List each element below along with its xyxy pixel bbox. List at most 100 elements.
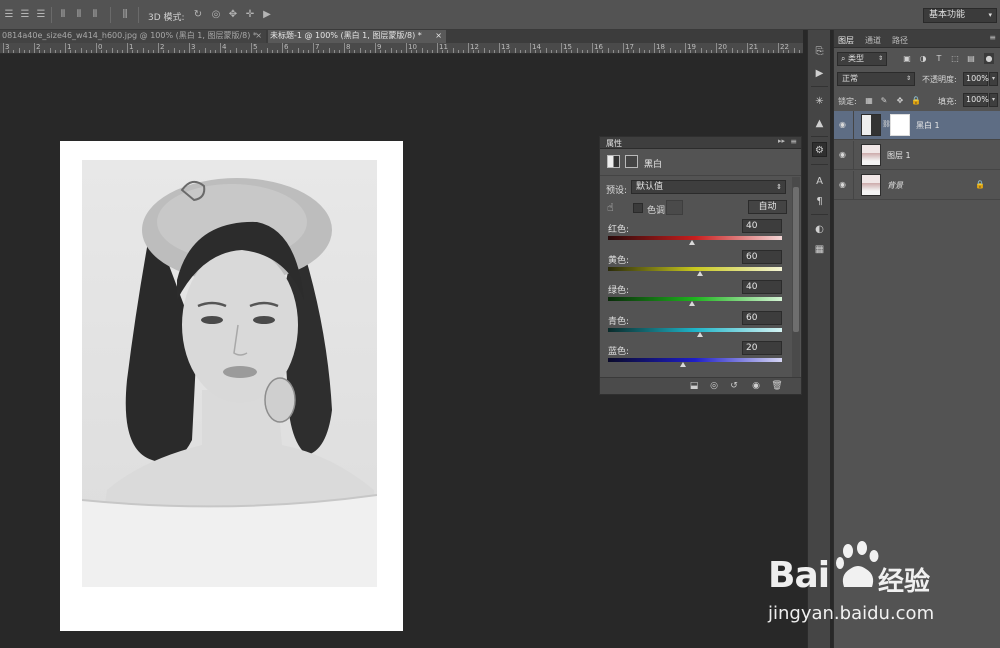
preset-select[interactable]: 默认值 ⇕ [631, 180, 786, 194]
filter-type-icon[interactable]: T [934, 53, 944, 64]
opacity-dropdown-icon[interactable]: ▾ [989, 72, 998, 86]
layer-row-layer1[interactable]: ◉ 图层 1 [834, 141, 1000, 170]
3d-scale-icon[interactable]: ▶ [261, 9, 273, 21]
ruler-tick [752, 50, 754, 53]
visibility-eye-icon[interactable]: ◉ [839, 150, 846, 159]
slider-thumb[interactable] [688, 240, 695, 245]
targeted-adjustment-hand-icon[interactable]: ☝ [607, 201, 614, 214]
lock-position-icon[interactable]: ✥ [895, 95, 905, 106]
reset-icon[interactable]: ↺ [728, 381, 740, 392]
opacity-input[interactable]: 100% [963, 72, 989, 86]
visibility-eye-icon[interactable]: ◉ [839, 180, 846, 189]
slider-thumb[interactable] [679, 362, 686, 367]
filter-adjustment-icon[interactable]: ◑ [918, 53, 928, 64]
mask-thumbnail[interactable] [890, 114, 910, 136]
slider-thumb[interactable] [697, 270, 704, 276]
view-previous-icon[interactable]: ◎ [708, 381, 720, 392]
3d-roll-icon[interactable]: ◎ [210, 9, 222, 21]
tint-color-swatch[interactable] [666, 200, 683, 215]
blend-mode-select[interactable]: 正常 ⇕ [837, 72, 915, 86]
layer-row-blackwhite[interactable]: ◉ ⛓ 黑白 1 [834, 111, 1000, 140]
filter-pixel-icon[interactable]: ▣ [902, 53, 912, 64]
panel-menu-icon[interactable]: ≡ [989, 33, 996, 42]
distribute-icon[interactable]: ⫼ [119, 9, 131, 21]
fill-dropdown-icon[interactable]: ▾ [989, 93, 998, 107]
styles-icon[interactable]: ◐ [812, 222, 827, 237]
ruler-tick [431, 50, 433, 53]
clip-to-layer-icon[interactable]: ⬓ [688, 381, 700, 392]
align-bottom-icon[interactable]: ☰ [35, 9, 47, 21]
close-icon[interactable]: × [255, 30, 262, 42]
trash-icon[interactable]: 🗑 [771, 381, 783, 392]
ruler-tick [643, 50, 645, 53]
channel-value-input[interactable]: 60 [742, 310, 782, 325]
layer-filter-select[interactable]: ⌕ 类型 ⇕ [837, 52, 887, 66]
tab-channels[interactable]: 通道 [865, 35, 881, 46]
channel-value-input[interactable]: 20 [742, 341, 782, 355]
swatches-icon[interactable]: ▦ [812, 242, 827, 257]
3d-pan-icon[interactable]: ✥ [227, 9, 239, 21]
align-top-icon[interactable]: ☰ [3, 9, 15, 21]
workspace-select[interactable]: 基本功能 ▾ [923, 8, 997, 23]
visibility-eye-icon[interactable]: ◉ [839, 120, 846, 129]
properties-panel-icon[interactable]: ⚙ [812, 142, 827, 157]
lock-transparent-icon[interactable]: ▦ [864, 95, 874, 106]
fill-label: 填充: [938, 97, 957, 106]
3d-orbit-icon[interactable]: ↻ [192, 9, 204, 21]
ruler-tick [75, 50, 77, 53]
channel-gradient-track[interactable] [608, 236, 782, 240]
filter-smart-icon[interactable]: ▤ [966, 53, 976, 64]
channel-value-input[interactable]: 40 [742, 280, 782, 294]
slider-thumb[interactable] [697, 331, 704, 337]
channel-gradient-track[interactable] [608, 297, 782, 301]
3d-slide-icon[interactable]: ✛ [244, 9, 256, 21]
align-left-icon[interactable]: ⫴ [57, 9, 69, 21]
ruler-tick [741, 50, 743, 53]
history-icon[interactable]: ⎘ [812, 44, 827, 59]
properties-scrollbar[interactable] [792, 177, 800, 377]
tint-checkbox[interactable] [633, 203, 643, 213]
close-icon[interactable]: × [435, 30, 442, 42]
slider-thumb[interactable] [688, 301, 695, 306]
visibility-eye-icon[interactable]: ◉ [750, 381, 762, 392]
adjustments-icon[interactable]: ✳ [812, 94, 827, 109]
properties-header[interactable]: 属性 ▸▸ ≡ [600, 137, 801, 149]
filter-shape-icon[interactable]: ⬚ [950, 53, 960, 64]
filter-toggle-icon[interactable]: ● [984, 53, 994, 64]
tab-document-2[interactable]: 未标题-1 @ 100% (黑白 1, 图层蒙版/8) * × [268, 30, 446, 43]
ruler-tick [638, 48, 640, 53]
ruler-tick [390, 48, 392, 53]
tab-document-1[interactable]: 0814a40e_size46_w414_h600.jpg @ 100% (黑白… [0, 30, 266, 43]
character-icon[interactable]: A [812, 174, 827, 189]
channel-value-input[interactable]: 40 [742, 219, 782, 233]
actions-play-icon[interactable]: ▶ [812, 66, 827, 81]
black-white-adjustment-icon[interactable] [607, 155, 620, 168]
align-vcenter-icon[interactable]: ☰ [19, 9, 31, 21]
channel-gradient-track[interactable] [608, 327, 782, 332]
channel-gradient-track[interactable] [608, 358, 782, 362]
channel-value-input[interactable]: 60 [742, 249, 782, 264]
divider [811, 86, 828, 87]
lock-all-icon[interactable]: 🔒 [911, 95, 921, 106]
portrait-photo[interactable] [82, 160, 377, 587]
auto-button[interactable]: 自动 [748, 200, 787, 214]
histogram-icon[interactable]: ▲ [812, 116, 827, 131]
panel-menu-icon[interactable]: ≡ [790, 137, 797, 146]
tab-layers[interactable]: 图层 [838, 35, 854, 46]
align-right-icon[interactable]: ⫴ [89, 9, 101, 21]
fill-input[interactable]: 100% [963, 93, 989, 107]
ruler-tick [421, 48, 423, 53]
ruler-tick [287, 50, 289, 53]
channel-label: 红色: [608, 225, 630, 235]
ruler-tick [400, 50, 402, 53]
paragraph-icon[interactable]: ¶ [812, 194, 827, 209]
collapse-icon[interactable]: ▸▸ [778, 137, 785, 145]
lock-image-icon[interactable]: ✎ [879, 95, 889, 106]
align-hcenter-icon[interactable]: ⫴ [73, 9, 85, 21]
ruler-tick [364, 50, 366, 53]
layer-row-background[interactable]: ◉ 背景 🔒 [834, 171, 1000, 200]
layer-mask-icon[interactable] [625, 155, 638, 168]
tab-paths[interactable]: 路径 [892, 35, 908, 46]
channel-gradient-track[interactable] [608, 266, 782, 271]
scrollbar-thumb[interactable] [793, 187, 799, 332]
